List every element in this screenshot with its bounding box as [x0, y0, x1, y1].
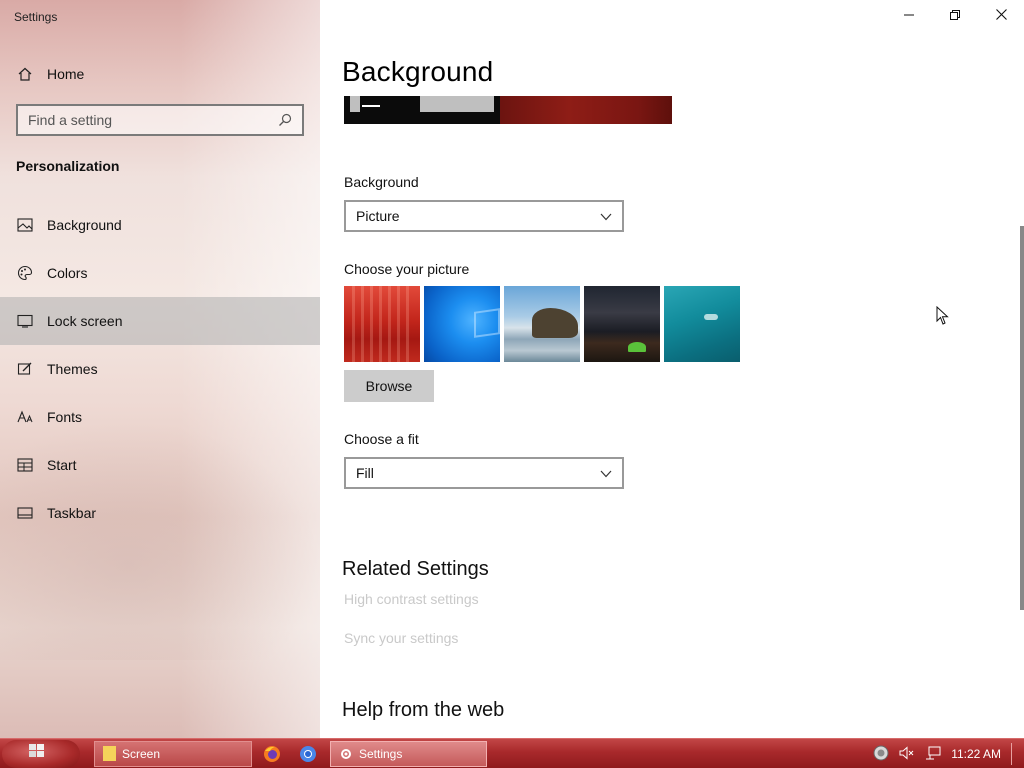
sidebar: Settings Home Personalization Background… [0, 0, 320, 738]
sidebar-item-label: Themes [47, 361, 98, 377]
sidebar-item-themes[interactable]: Themes [0, 345, 320, 393]
app-title: Settings [14, 10, 58, 24]
home-icon [16, 65, 34, 83]
firefox-icon[interactable] [262, 744, 282, 764]
start-icon [16, 456, 34, 474]
sidebar-item-fonts[interactable]: Fonts [0, 393, 320, 441]
sidebar-item-lock-screen[interactable]: Lock screen [0, 297, 320, 345]
show-desktop-button[interactable] [1011, 743, 1014, 765]
search-box[interactable] [16, 104, 304, 136]
sidebar-item-label: Background [47, 217, 122, 233]
lock-screen-icon [16, 312, 34, 330]
sidebar-item-start[interactable]: Start [0, 441, 320, 489]
picture-thumbnail[interactable] [584, 286, 660, 362]
taskbar-screen-label: Screen [122, 746, 161, 761]
chevron-down-icon [600, 208, 612, 224]
background-dropdown[interactable]: Picture [344, 200, 624, 232]
minimize-button[interactable] [886, 0, 932, 32]
taskbar-settings-label: Settings [359, 746, 403, 761]
high-contrast-link[interactable]: High contrast settings [344, 591, 479, 607]
picture-thumbnail[interactable] [504, 286, 580, 362]
picture-thumbnail[interactable] [424, 286, 500, 362]
themes-icon [16, 360, 34, 378]
start-button[interactable] [2, 739, 80, 768]
minimize-icon [904, 7, 914, 25]
gear-icon [339, 747, 353, 761]
sidebar-item-label: Fonts [47, 409, 83, 425]
restore-icon [950, 7, 960, 25]
choose-picture-label: Choose your picture [344, 261, 470, 277]
browse-button[interactable]: Browse [344, 370, 434, 402]
search-icon[interactable] [276, 111, 294, 129]
sidebar-item-colors[interactable]: Colors [0, 249, 320, 297]
sidebar-item-label: Colors [47, 265, 88, 281]
background-label: Background [344, 174, 419, 190]
main-content: Background Background Picture Choose you… [320, 0, 1024, 738]
picture-thumbnail[interactable] [664, 286, 740, 362]
nav-list: Background Colors Lock screen Themes Fon… [0, 201, 320, 537]
taskbar-screen-button[interactable]: Screen [94, 740, 252, 767]
sidebar-item-background[interactable]: Background [0, 201, 320, 249]
section-heading: Personalization [16, 158, 120, 174]
folder-icon [103, 746, 116, 761]
fit-dropdown[interactable]: Fill [344, 457, 624, 489]
chevron-down-icon [600, 465, 612, 481]
network-globe-icon[interactable] [873, 745, 889, 764]
taskbar-icon [16, 504, 34, 522]
windows-logo-icon [28, 743, 46, 764]
related-settings-heading: Related Settings [342, 558, 489, 580]
help-heading: Help from the web [342, 699, 505, 721]
fonts-icon [16, 408, 34, 426]
nav-home[interactable]: Home [0, 58, 320, 90]
image-icon [16, 216, 34, 234]
network-icon[interactable] [925, 746, 941, 763]
home-label: Home [47, 66, 85, 82]
choose-fit-label: Choose a fit [344, 431, 419, 447]
sidebar-item-taskbar[interactable]: Taskbar [0, 489, 320, 537]
chrome-icon[interactable] [298, 744, 318, 764]
background-dropdown-value: Picture [356, 208, 400, 224]
restore-button[interactable] [932, 0, 978, 32]
taskbar: Screen Settings 11:22 AM [0, 738, 1024, 768]
close-icon [995, 7, 1007, 25]
fit-dropdown-value: Fill [356, 465, 374, 481]
clock[interactable]: 11:22 AM [951, 747, 1001, 761]
volume-muted-icon[interactable] [899, 745, 915, 763]
search-input[interactable] [18, 112, 276, 128]
sidebar-item-label: Start [47, 457, 77, 473]
close-button[interactable] [978, 0, 1024, 32]
system-tray: 11:22 AM [873, 739, 1014, 768]
background-preview [344, 96, 672, 124]
sync-settings-link[interactable]: Sync your settings [344, 630, 458, 646]
window-controls [886, 0, 1024, 32]
sidebar-item-label: Taskbar [47, 505, 97, 521]
cursor-icon [936, 305, 950, 331]
palette-icon [16, 264, 34, 282]
scrollbar[interactable] [1020, 226, 1024, 610]
taskbar-settings-button[interactable]: Settings [330, 740, 487, 767]
picture-thumbnails [344, 286, 740, 362]
page-title: Background [342, 56, 494, 87]
sidebar-item-label: Lock screen [47, 313, 123, 329]
picture-thumbnail[interactable] [344, 286, 420, 362]
